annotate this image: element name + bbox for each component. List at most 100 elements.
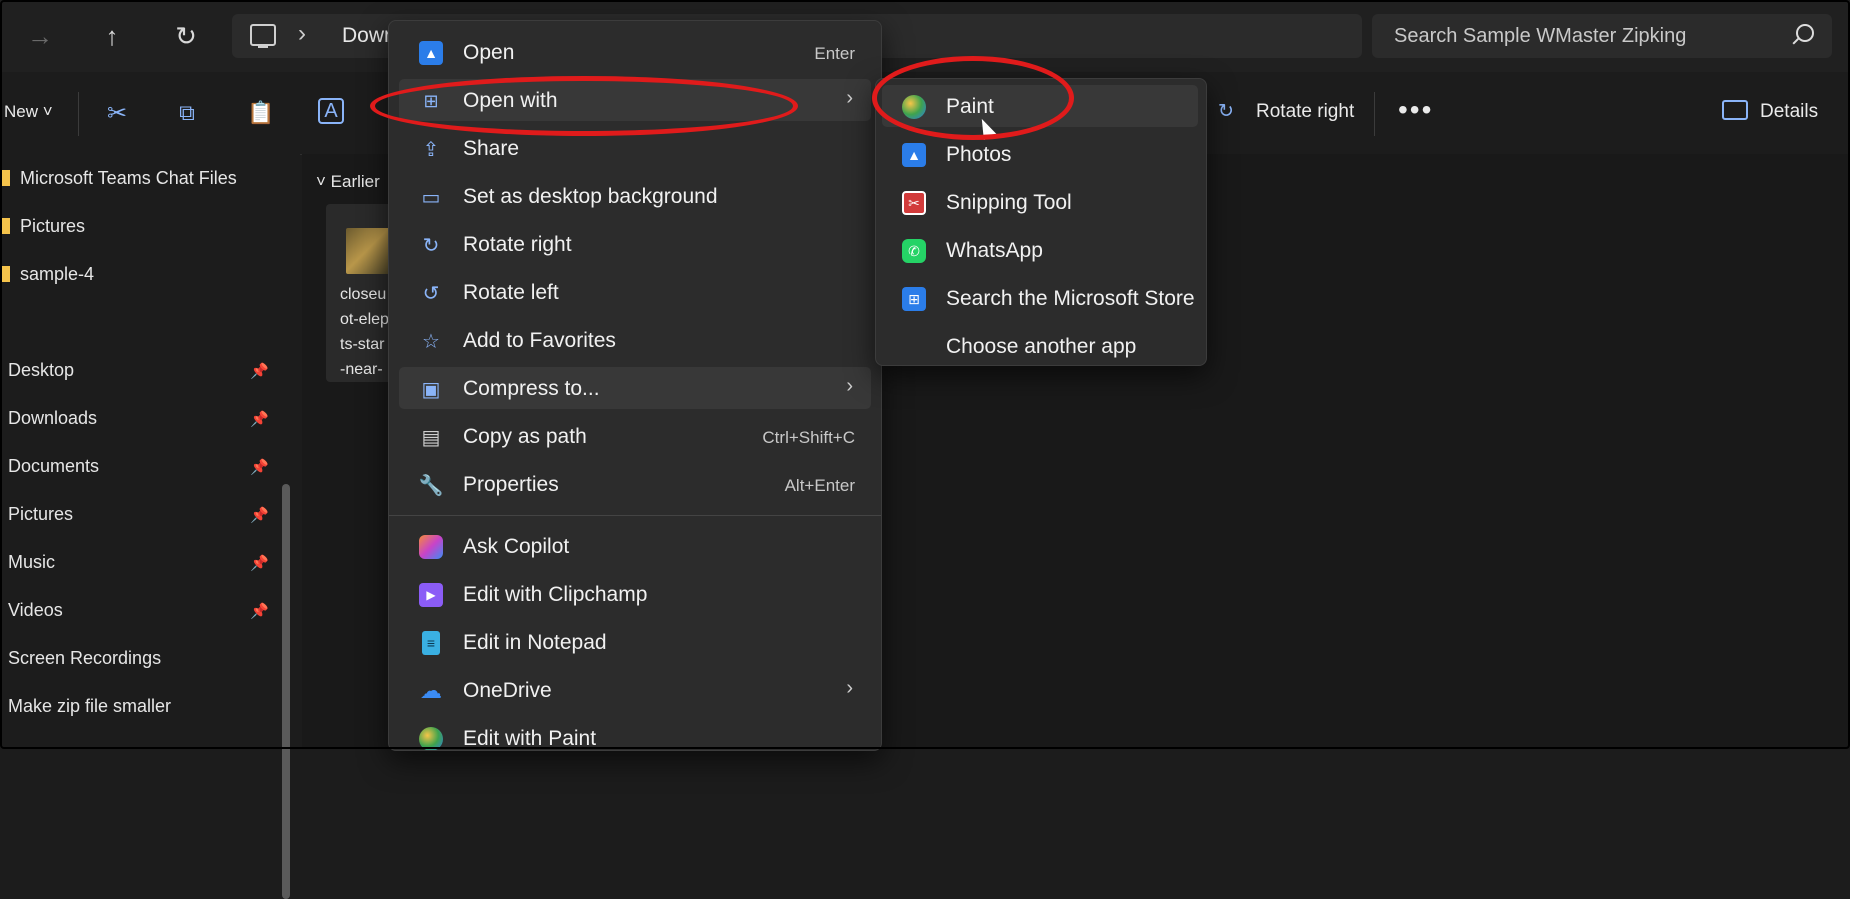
cut-icon[interactable]: ✂ [102,98,132,128]
sidebar-item-label: Microsoft Teams Chat Files [20,168,237,188]
chevron-right-icon: › [298,20,306,47]
group-header[interactable]: ˅ Earlier [316,172,380,192]
copy-icon[interactable]: ⧉ [172,98,202,128]
submenu-item-label: Choose another app [946,335,1137,358]
menu-item-shortcut: Ctrl+Shift+C [762,428,855,447]
sidebar-scrollbar[interactable] [282,484,290,899]
menu-item-label: Open with [463,89,558,112]
folder-icon [0,218,10,234]
menu-item-label: Copy as path [463,425,587,448]
pin-icon: 📌 [250,603,269,620]
sidebar-item-music[interactable]: Music [8,552,55,573]
navigation-pane: Microsoft Teams Chat Files Pictures samp… [0,154,300,899]
new-button[interactable]: New ˅ [4,102,53,122]
share-icon: ⇪ [422,138,440,161]
refresh-icon[interactable]: ↻ [166,18,206,54]
menu-item-label: Add to Favorites [463,329,616,352]
menu-item-edit-with-clipchamp[interactable]: ▶ Edit with Clipchamp [399,573,871,615]
wrench-icon: 🔧 [418,474,444,497]
submenu-item-snipping-tool[interactable]: ✂ Snipping Tool [882,181,1198,223]
sidebar-item-documents[interactable]: Documents [8,456,99,477]
menu-item-label: Compress to... [463,377,600,400]
submenu-item-label: Snipping Tool [946,191,1072,214]
menu-item-label: Edit in Notepad [463,631,607,654]
menu-item-open[interactable]: ▲ Open Enter [399,31,871,73]
up-arrow-icon[interactable]: ↑ [92,18,132,54]
rename-icon[interactable]: A [318,98,344,124]
paint-icon [902,95,926,119]
menu-item-rotate-right[interactable]: ↻ Rotate right [399,223,871,265]
chevron-down-icon: ˅ [316,172,326,191]
sidebar-item-downloads[interactable]: Downloads [8,408,97,429]
menu-item-set-desktop-background[interactable]: ▭ Set as desktop background [399,175,871,217]
sidebar-item-videos[interactable]: Videos [8,600,63,621]
file-name: closeu ot-elep ts-star -near- [340,286,389,378]
menu-separator [389,515,881,516]
star-icon: ☆ [422,330,440,353]
folder-icon [0,170,10,186]
sidebar-item-screen-recordings[interactable]: Screen Recordings [8,648,161,669]
toolbar-divider [1374,92,1375,136]
menu-item-label: Ask Copilot [463,535,570,558]
zip-icon: ▣ [421,378,441,401]
sidebar-item-sample-4[interactable]: sample-4 [0,264,94,285]
chevron-right-icon: › [846,375,853,397]
toolbar-divider [78,92,79,136]
pin-icon: 📌 [250,555,269,572]
toolbar-rotate-right-button[interactable]: ↻ Rotate right [1218,100,1354,123]
folder-icon [0,266,10,282]
menu-item-label: Rotate left [463,281,559,304]
microsoft-store-icon: ⊞ [902,287,926,311]
menu-item-properties[interactable]: 🔧 Properties Alt+Enter [399,463,871,505]
submenu-item-photos[interactable]: ▲ Photos [882,133,1198,175]
menu-item-open-with[interactable]: ⊞ Open with › [399,79,871,121]
snipping-tool-icon: ✂ [902,191,926,215]
submenu-item-label: Photos [946,143,1012,166]
group-header-label: Earlier [330,172,380,191]
menu-item-label: Rotate right [463,233,572,256]
more-options-icon[interactable]: ••• [1398,94,1433,126]
search-box[interactable]: Search Sample WMaster Zipking [1372,14,1832,58]
menu-item-label: Open [463,41,515,64]
menu-item-label: Edit with Clipchamp [463,583,648,606]
rotate-left-icon: ↺ [422,282,440,305]
address-toolbar: → ↑ ↻ › Dowr ng Search Sample WMaster Zi… [0,0,1850,72]
clipchamp-icon: ▶ [419,583,443,607]
menu-item-share[interactable]: ⇪ Share [399,127,871,169]
menu-item-onedrive[interactable]: ☁ OneDrive › [399,669,871,711]
menu-item-add-to-favorites[interactable]: ☆ Add to Favorites [399,319,871,361]
search-icon[interactable] [1796,24,1814,42]
menu-item-compress-to[interactable]: ▣ Compress to... › [399,367,871,409]
submenu-item-choose-another-app[interactable]: Choose another app [882,325,1198,367]
menu-item-edit-with-paint[interactable]: Edit with Paint [399,717,871,750]
toolbar-rotate-right-label: Rotate right [1256,101,1355,122]
details-label: Details [1760,101,1819,122]
paint-icon [419,727,443,750]
menu-item-rotate-left[interactable]: ↺ Rotate left [399,271,871,313]
menu-item-ask-copilot[interactable]: Ask Copilot [399,525,871,567]
sidebar-item-teams-chat-files[interactable]: Microsoft Teams Chat Files [0,168,237,189]
forward-arrow-icon[interactable]: → [20,18,60,54]
photos-icon: ▲ [419,41,443,65]
sidebar-item-make-zip-smaller[interactable]: Make zip file smaller [8,696,171,717]
desktop-background-icon: ▭ [421,186,441,209]
sidebar-item-desktop[interactable]: Desktop [8,360,74,381]
menu-item-shortcut: Alt+Enter [784,476,855,495]
whatsapp-icon: ✆ [902,239,926,263]
paste-icon[interactable]: 📋 [246,98,276,128]
menu-item-shortcut: Enter [814,44,855,63]
pin-icon: 📌 [250,459,269,476]
sidebar-item-label: sample-4 [20,264,95,284]
menu-item-copy-as-path[interactable]: ▤ Copy as path Ctrl+Shift+C [399,415,871,457]
menu-item-edit-in-notepad[interactable]: ≡ Edit in Notepad [399,621,871,663]
photos-icon: ▲ [902,143,926,167]
breadcrumb-downloads[interactable]: Dowr [342,24,391,48]
submenu-item-paint[interactable]: Paint [882,85,1198,127]
search-input[interactable]: Search Sample WMaster Zipking [1394,25,1686,48]
chevron-right-icon: › [846,87,853,109]
sidebar-item-pictures-folder[interactable]: Pictures [0,216,85,237]
sidebar-item-pictures[interactable]: Pictures [8,504,73,525]
submenu-item-microsoft-store[interactable]: ⊞ Search the Microsoft Store [882,277,1198,319]
details-button[interactable]: Details [1722,100,1818,123]
submenu-item-whatsapp[interactable]: ✆ WhatsApp [882,229,1198,271]
